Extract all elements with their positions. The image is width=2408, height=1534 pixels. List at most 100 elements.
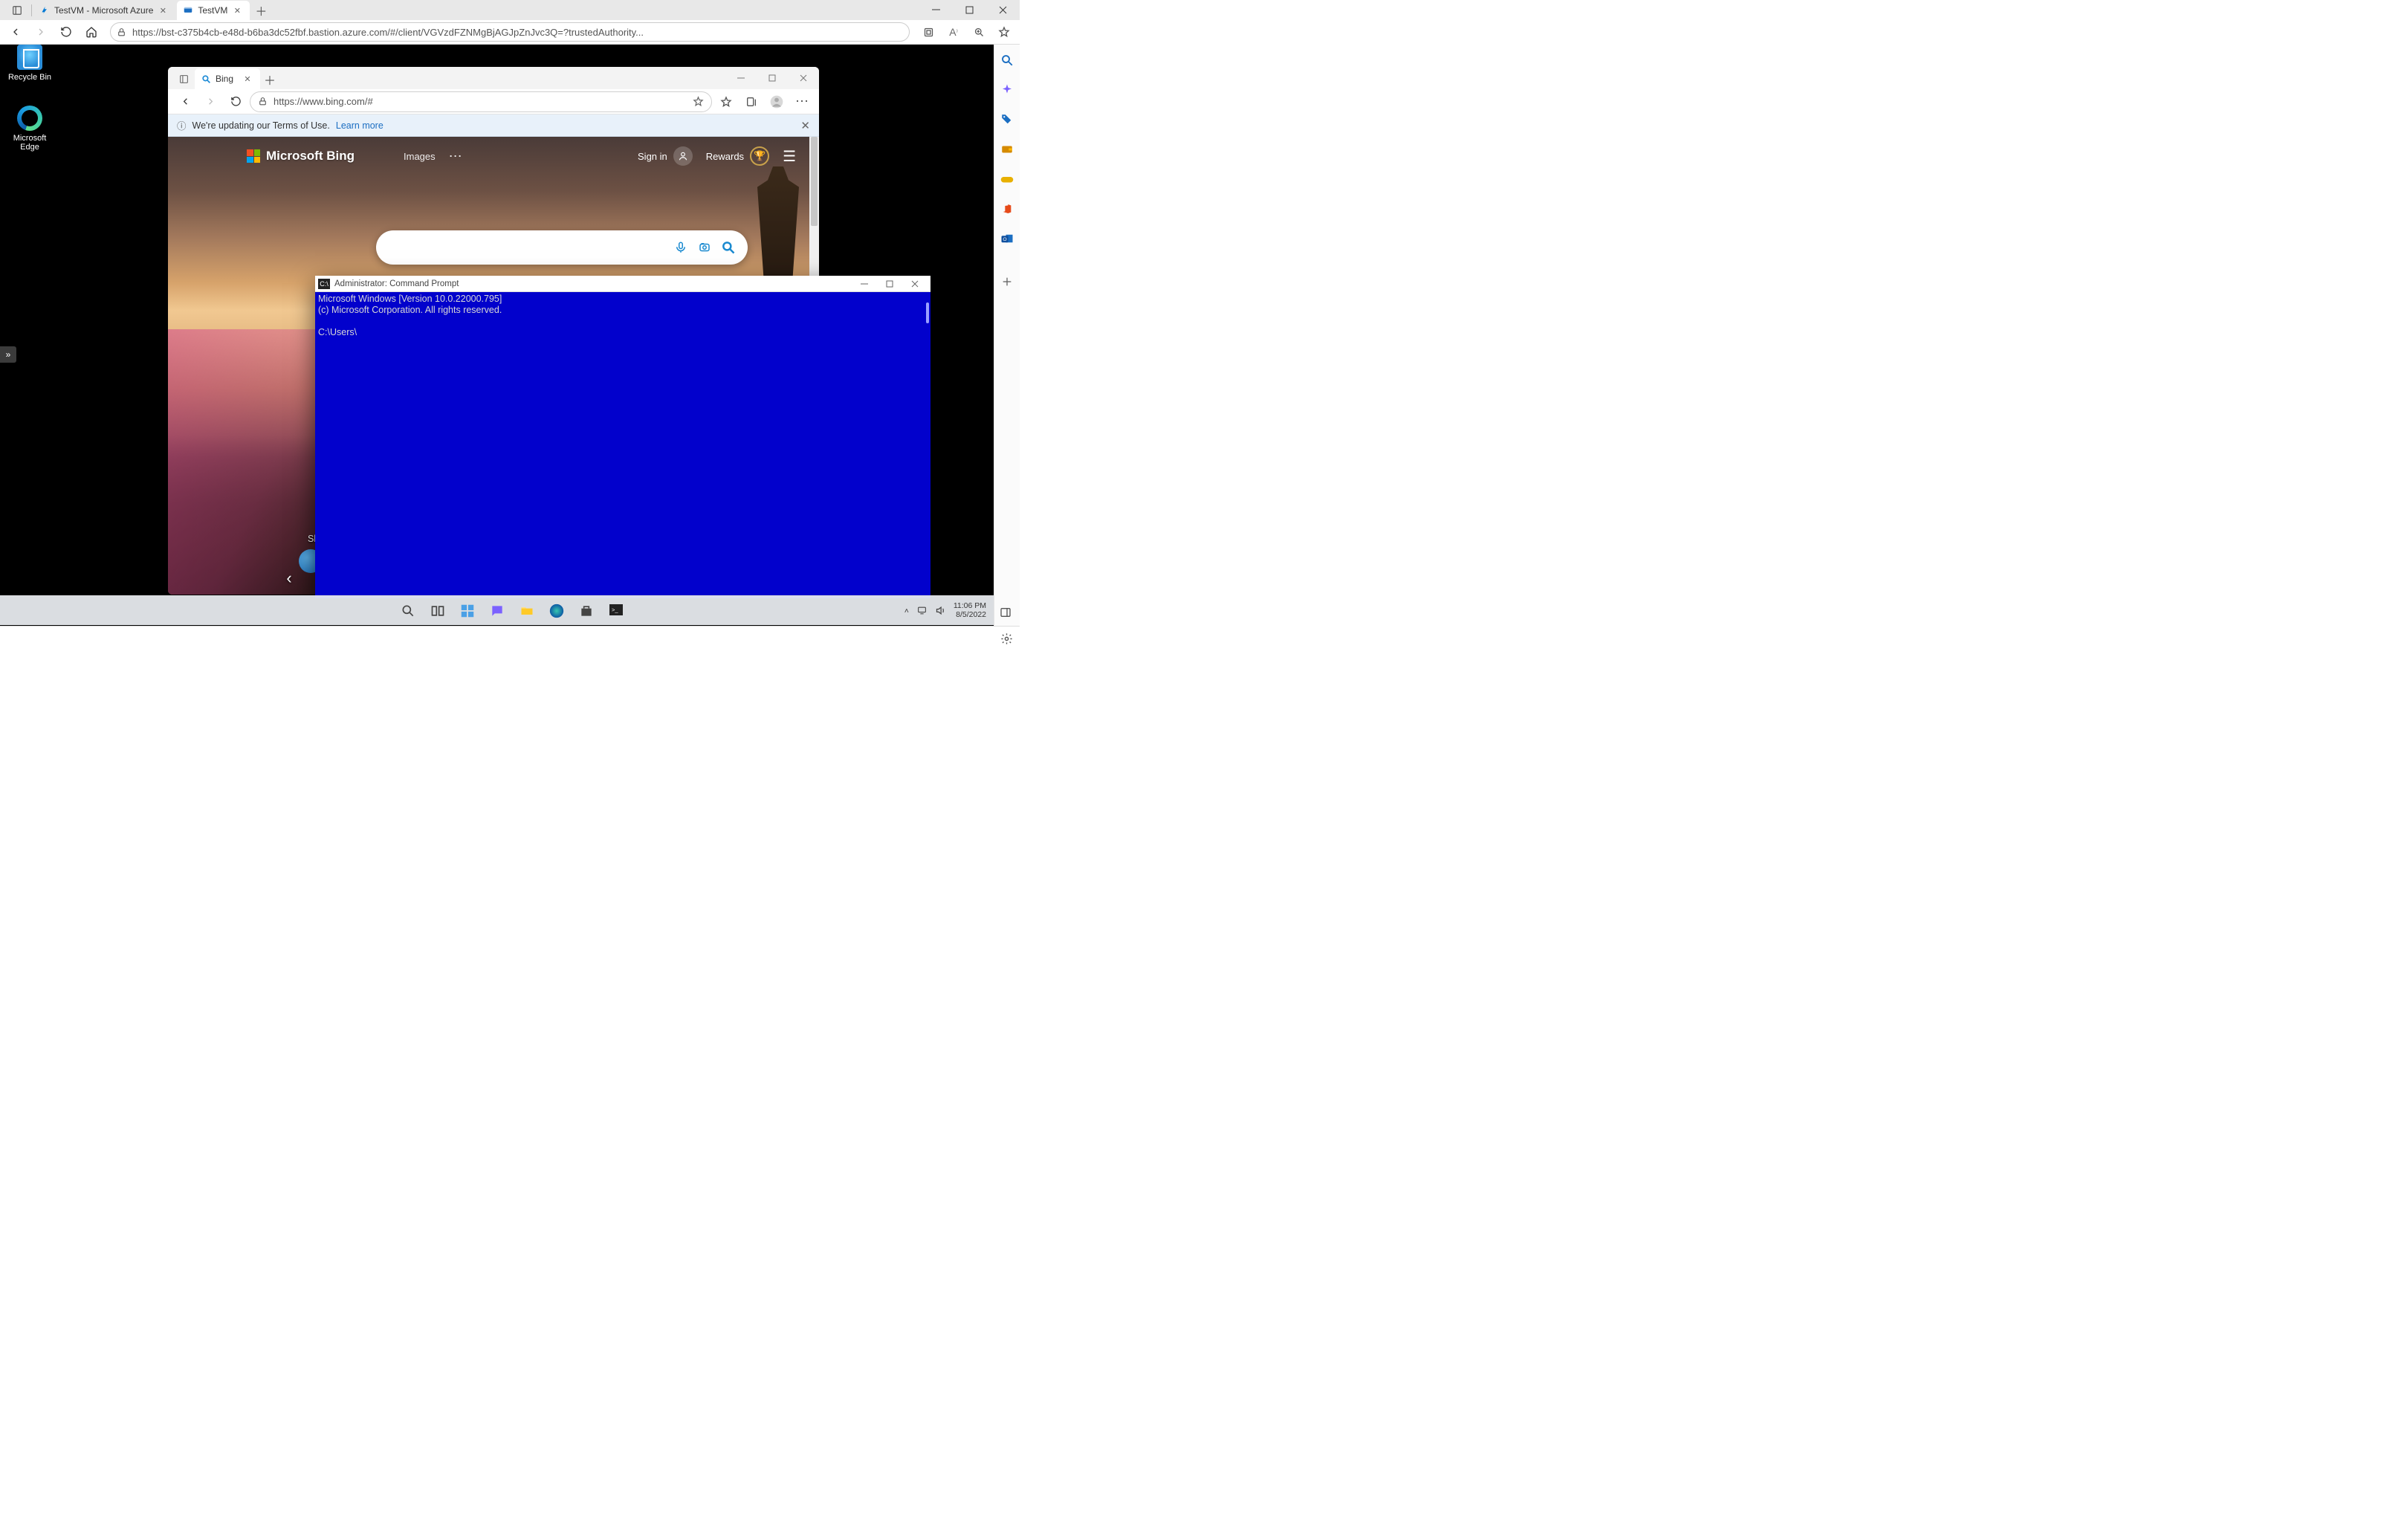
nav-more[interactable]: ⋯: [449, 149, 462, 164]
cmd-scrollbar-thumb[interactable]: [926, 302, 929, 323]
new-tab-button[interactable]: ＋: [251, 1, 271, 20]
favorite-button[interactable]: [993, 21, 1015, 43]
tab-azure-title: TestVM - Microsoft Azure: [54, 5, 153, 16]
minimize-button[interactable]: [919, 0, 953, 20]
cmd-icon: C:\: [318, 279, 330, 289]
desktop-edge[interactable]: Microsoft Edge: [3, 106, 56, 152]
settings-gear-icon[interactable]: [999, 631, 1014, 646]
inner-favorite-icon[interactable]: [693, 96, 704, 107]
sidebar-copilot-icon[interactable]: [999, 82, 1015, 98]
inner-menu-button[interactable]: ⋯: [791, 91, 813, 113]
hero-prev-button[interactable]: ‹: [276, 565, 302, 592]
inner-window-controls: [725, 67, 819, 89]
bing-search-bar[interactable]: [376, 230, 748, 265]
sidebar-search-icon[interactable]: [999, 52, 1015, 68]
inner-collections-button[interactable]: [740, 91, 763, 113]
tray-display-icon[interactable]: [916, 606, 928, 615]
cmd-scrollbar[interactable]: [920, 292, 930, 598]
inner-titlebar: Bing ✕ ＋: [168, 67, 819, 89]
tray-sound-icon[interactable]: [935, 605, 946, 616]
tab-azure-close[interactable]: ✕: [158, 5, 168, 16]
inner-tab-title: Bing: [216, 74, 233, 84]
maximize-button[interactable]: [953, 0, 986, 20]
inner-refresh-button[interactable]: [224, 91, 247, 113]
cmd-minimize-button[interactable]: [852, 276, 877, 292]
inner-profile-button[interactable]: [766, 91, 788, 113]
file-explorer[interactable]: [517, 601, 537, 621]
close-button[interactable]: [986, 0, 1020, 20]
window-controls: [919, 0, 1020, 20]
microsoft-bing-logo[interactable]: Microsoft Bing: [247, 149, 355, 164]
widgets-button[interactable]: [457, 601, 478, 621]
scrollbar-thumb[interactable]: [811, 137, 818, 226]
inner-taskbar: >_ ˄ 11:06 PM 8/5/2022: [0, 595, 994, 625]
zoom-button[interactable]: [968, 21, 990, 43]
banner-close[interactable]: ✕: [800, 119, 810, 132]
refresh-button[interactable]: [55, 21, 77, 43]
bing-brand-text: Microsoft Bing: [266, 149, 355, 164]
taskbar-center: >_: [368, 601, 627, 621]
hero-header: Microsoft Bing Images ⋯ Sign in Rewards …: [168, 137, 809, 175]
sidebar-games-icon[interactable]: [999, 171, 1015, 187]
inner-forward-button[interactable]: [199, 91, 221, 113]
tab-actions-button[interactable]: [4, 0, 30, 20]
sidebar-outlook-icon[interactable]: O: [999, 230, 1015, 247]
inner-address-bar[interactable]: https://www.bing.com/#: [250, 91, 712, 112]
sidebar-shopping-icon[interactable]: [999, 111, 1015, 128]
inner-new-tab-button[interactable]: ＋: [260, 70, 279, 89]
taskbar-cmd[interactable]: >_: [606, 601, 627, 621]
cmd-maximize-button[interactable]: [877, 276, 902, 292]
taskbar-store[interactable]: [576, 601, 597, 621]
cmd-title-text: Administrator: Command Prompt: [334, 279, 459, 288]
rewards[interactable]: Rewards 🏆: [706, 146, 769, 166]
tab-bastion[interactable]: TestVM ✕: [177, 1, 250, 20]
sidebar-office-icon[interactable]: [999, 201, 1015, 217]
system-tray[interactable]: ˄ 11:06 PM 8/5/2022: [904, 602, 986, 618]
bastion-pull-tab[interactable]: »: [0, 346, 16, 363]
task-view[interactable]: [427, 601, 448, 621]
cmd-titlebar[interactable]: C:\ Administrator: Command Prompt: [315, 276, 930, 292]
inner-maximize-button[interactable]: [757, 67, 788, 89]
inner-tab-bing[interactable]: Bing ✕: [195, 68, 260, 89]
tab-bastion-title: TestVM: [198, 5, 227, 16]
chat-button[interactable]: [487, 601, 508, 621]
app-mode-button[interactable]: [917, 21, 939, 43]
sidebar-wallet-icon[interactable]: [999, 141, 1015, 158]
start-button[interactable]: [368, 601, 389, 621]
inner-minimize-button[interactable]: [725, 67, 757, 89]
svg-text:O: O: [1003, 237, 1006, 242]
cmd-line2: (c) Microsoft Corporation. All rights re…: [318, 305, 502, 315]
sign-in[interactable]: Sign in: [638, 146, 693, 166]
inner-favorites-button[interactable]: [715, 91, 737, 113]
taskbar-edge[interactable]: [546, 601, 567, 621]
inner-tab-actions-button[interactable]: [172, 69, 195, 89]
hero-hamburger[interactable]: ☰: [783, 147, 796, 166]
image-search-icon[interactable]: [693, 236, 716, 259]
inner-tab-close[interactable]: ✕: [242, 74, 253, 84]
search-submit-icon[interactable]: [716, 236, 740, 259]
bastion-viewport[interactable]: » Recycle Bin Microsoft Edge Bing ✕: [0, 45, 994, 626]
back-button[interactable]: [4, 21, 27, 43]
cmd-body[interactable]: Microsoft Windows [Version 10.0.22000.79…: [315, 292, 930, 598]
inner-lock-icon: [258, 97, 268, 106]
tray-chevron-icon[interactable]: ˄: [904, 606, 909, 615]
voice-search-icon[interactable]: [669, 236, 693, 259]
address-bar[interactable]: https://bst-c375b4cb-e48d-b6ba3dc52fbf.b…: [110, 22, 910, 42]
cmd-prompt: C:\Users\: [318, 327, 357, 337]
inner-close-button[interactable]: [788, 67, 819, 89]
clock[interactable]: 11:06 PM 8/5/2022: [954, 602, 986, 618]
taskbar-search[interactable]: [398, 601, 418, 621]
sidebar-toggle-icon[interactable]: [997, 604, 1014, 621]
inner-toolbar: https://www.bing.com/# ⋯: [168, 89, 819, 114]
banner-link[interactable]: Learn more: [336, 120, 383, 131]
nav-images[interactable]: Images: [404, 151, 436, 162]
tab-azure[interactable]: TestVM - Microsoft Azure ✕: [33, 1, 175, 20]
home-button[interactable]: [80, 21, 103, 43]
cmd-close-button[interactable]: [902, 276, 928, 292]
inner-back-button[interactable]: [174, 91, 196, 113]
forward-button[interactable]: [30, 21, 52, 43]
desktop-recycle-bin[interactable]: Recycle Bin: [3, 45, 56, 82]
read-aloud-button[interactable]: A⁾: [942, 21, 965, 43]
sidebar-add-icon[interactable]: [999, 274, 1015, 290]
tab-bastion-close[interactable]: ✕: [232, 5, 242, 16]
